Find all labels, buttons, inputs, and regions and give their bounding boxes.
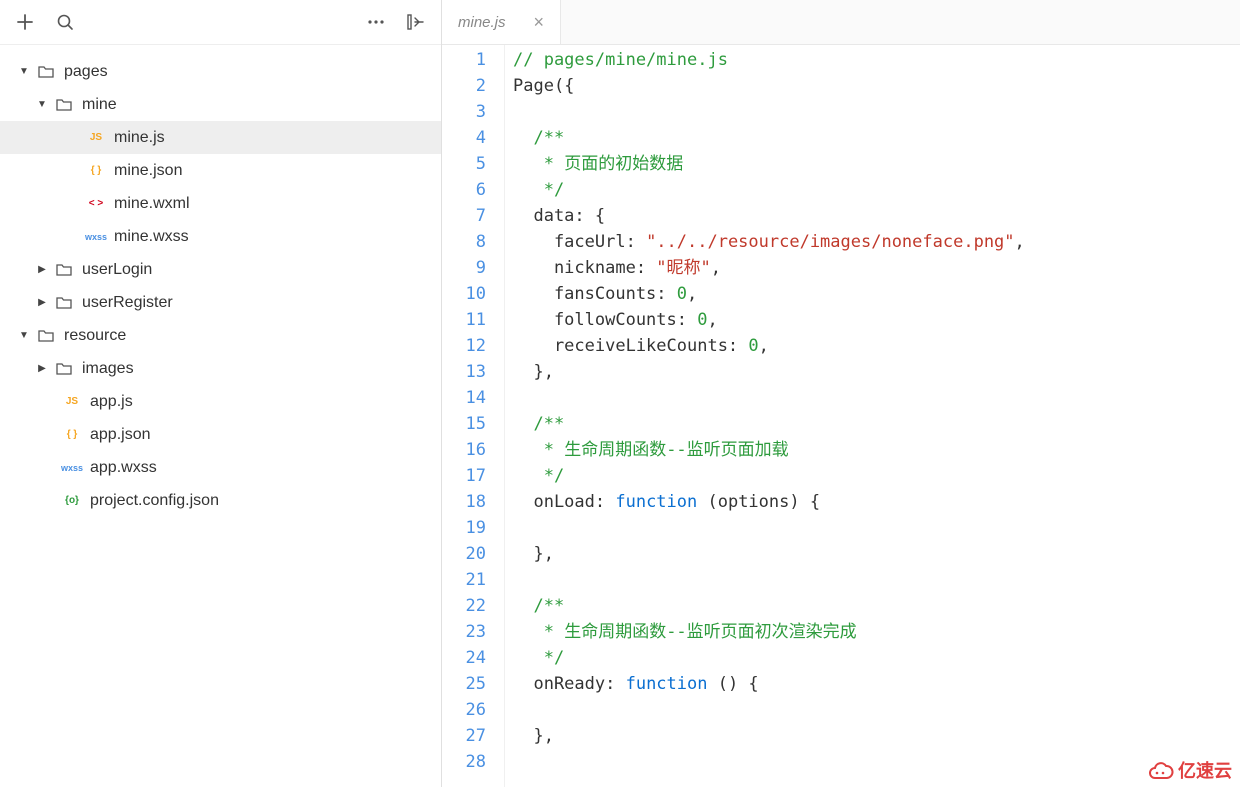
tree-item-label: app.js: [90, 393, 133, 411]
code-content[interactable]: // pages/mine/mine.jsPage({ /** * 页面的初始数…: [504, 45, 1240, 787]
json-file-icon: { }: [84, 165, 108, 176]
chevron-right-icon[interactable]: ▶: [36, 264, 48, 275]
code-line[interactable]: // pages/mine/mine.js: [513, 47, 1240, 73]
code-line[interactable]: fansCounts: 0,: [513, 281, 1240, 307]
tree-item-label: userLogin: [82, 261, 152, 279]
code-line[interactable]: [513, 385, 1240, 411]
chevron-down-icon[interactable]: ▼: [18, 66, 30, 77]
tab-label: mine.js: [458, 14, 506, 31]
code-line[interactable]: * 生命周期函数--监听页面初次渲染完成: [513, 619, 1240, 645]
code-line[interactable]: nickname: "昵称",: [513, 255, 1240, 281]
wxml-file-icon: < >: [84, 198, 108, 209]
code-line[interactable]: */: [513, 177, 1240, 203]
folder-mine[interactable]: ▼ mine: [0, 88, 441, 121]
file-mine-js[interactable]: JS mine.js: [0, 121, 441, 154]
code-line[interactable]: /**: [513, 411, 1240, 437]
wxss-file-icon: wxss: [84, 232, 108, 242]
code-line[interactable]: receiveLikeCounts: 0,: [513, 333, 1240, 359]
folder-icon: [34, 327, 58, 345]
code-line[interactable]: [513, 515, 1240, 541]
wxss-file-icon: wxss: [60, 463, 84, 473]
tree-item-label: mine: [82, 96, 117, 114]
file-mine-wxml[interactable]: < > mine.wxml: [0, 187, 441, 220]
tree-item-label: app.json: [90, 426, 151, 444]
code-line[interactable]: * 生命周期函数--监听页面加载: [513, 437, 1240, 463]
tree-item-label: mine.json: [114, 162, 182, 180]
file-app-json[interactable]: { } app.json: [0, 418, 441, 451]
folder-resource[interactable]: ▼ resource: [0, 319, 441, 352]
sidebar-toolbar: [0, 0, 441, 45]
chevron-right-icon[interactable]: ▶: [36, 363, 48, 374]
code-line[interactable]: onReady: function () {: [513, 671, 1240, 697]
tab-bar: mine.js ×: [442, 0, 1240, 45]
more-button[interactable]: [361, 7, 391, 37]
js-file-icon: JS: [84, 132, 108, 143]
code-line[interactable]: /**: [513, 593, 1240, 619]
tree-item-label: project.config.json: [90, 492, 219, 510]
tree-item-label: images: [82, 360, 134, 378]
code-line[interactable]: onLoad: function (options) {: [513, 489, 1240, 515]
sidebar: ▼ pages ▼ mine JS mine.js { } mine.json < > mine.…: [0, 0, 442, 787]
folder-icon: [52, 360, 76, 378]
folder-icon: [52, 96, 76, 114]
chevron-down-icon[interactable]: ▼: [18, 330, 30, 341]
folder-userRegister[interactable]: ▶ userRegister: [0, 286, 441, 319]
file-app-wxss[interactable]: wxss app.wxss: [0, 451, 441, 484]
collapse-panel-button[interactable]: [401, 7, 431, 37]
code-line[interactable]: },: [513, 541, 1240, 567]
config-file-icon: {o}: [60, 495, 84, 506]
line-number-gutter: 1234567891011121314151617181920212223242…: [442, 45, 504, 787]
tree-item-label: userRegister: [82, 294, 173, 312]
tab-mine-js[interactable]: mine.js ×: [442, 0, 561, 44]
code-line[interactable]: [513, 697, 1240, 723]
folder-icon: [52, 261, 76, 279]
file-project-config-json[interactable]: {o} project.config.json: [0, 484, 441, 517]
code-line[interactable]: * 页面的初始数据: [513, 151, 1240, 177]
tree-item-label: mine.wxss: [114, 228, 189, 246]
watermark-text: 亿速云: [1178, 757, 1232, 783]
code-line[interactable]: [513, 749, 1240, 775]
code-line[interactable]: },: [513, 723, 1240, 749]
chevron-right-icon[interactable]: ▶: [36, 297, 48, 308]
editor-area: mine.js × 123456789101112131415161718192…: [442, 0, 1240, 787]
code-line[interactable]: */: [513, 645, 1240, 671]
json-file-icon: { }: [60, 429, 84, 440]
code-line[interactable]: /**: [513, 125, 1240, 151]
code-line[interactable]: faceUrl: "../../resource/images/noneface…: [513, 229, 1240, 255]
code-line[interactable]: Page({: [513, 73, 1240, 99]
close-icon[interactable]: ×: [534, 12, 545, 33]
code-line[interactable]: [513, 567, 1240, 593]
folder-icon: [52, 294, 76, 312]
folder-userLogin[interactable]: ▶ userLogin: [0, 253, 441, 286]
code-line[interactable]: followCounts: 0,: [513, 307, 1240, 333]
chevron-down-icon[interactable]: ▼: [36, 99, 48, 110]
file-app-js[interactable]: JS app.js: [0, 385, 441, 418]
code-line[interactable]: */: [513, 463, 1240, 489]
tree-item-label: pages: [64, 63, 108, 81]
code-line[interactable]: },: [513, 359, 1240, 385]
file-tree[interactable]: ▼ pages ▼ mine JS mine.js { } mine.json < > mine.…: [0, 45, 441, 787]
code-editor[interactable]: 1234567891011121314151617181920212223242…: [442, 45, 1240, 787]
file-mine-json[interactable]: { } mine.json: [0, 154, 441, 187]
code-line[interactable]: data: {: [513, 203, 1240, 229]
tree-item-label: resource: [64, 327, 126, 345]
folder-images[interactable]: ▶ images: [0, 352, 441, 385]
watermark-logo: 亿速云: [1146, 757, 1232, 783]
folder-icon: [34, 63, 58, 81]
tree-item-label: app.wxss: [90, 459, 157, 477]
tree-item-label: mine.wxml: [114, 195, 190, 213]
file-mine-wxss[interactable]: wxss mine.wxss: [0, 220, 441, 253]
js-file-icon: JS: [60, 396, 84, 407]
new-file-button[interactable]: [10, 7, 40, 37]
code-line[interactable]: [513, 99, 1240, 125]
search-button[interactable]: [50, 7, 80, 37]
folder-pages[interactable]: ▼ pages: [0, 55, 441, 88]
tree-item-label: mine.js: [114, 129, 165, 147]
